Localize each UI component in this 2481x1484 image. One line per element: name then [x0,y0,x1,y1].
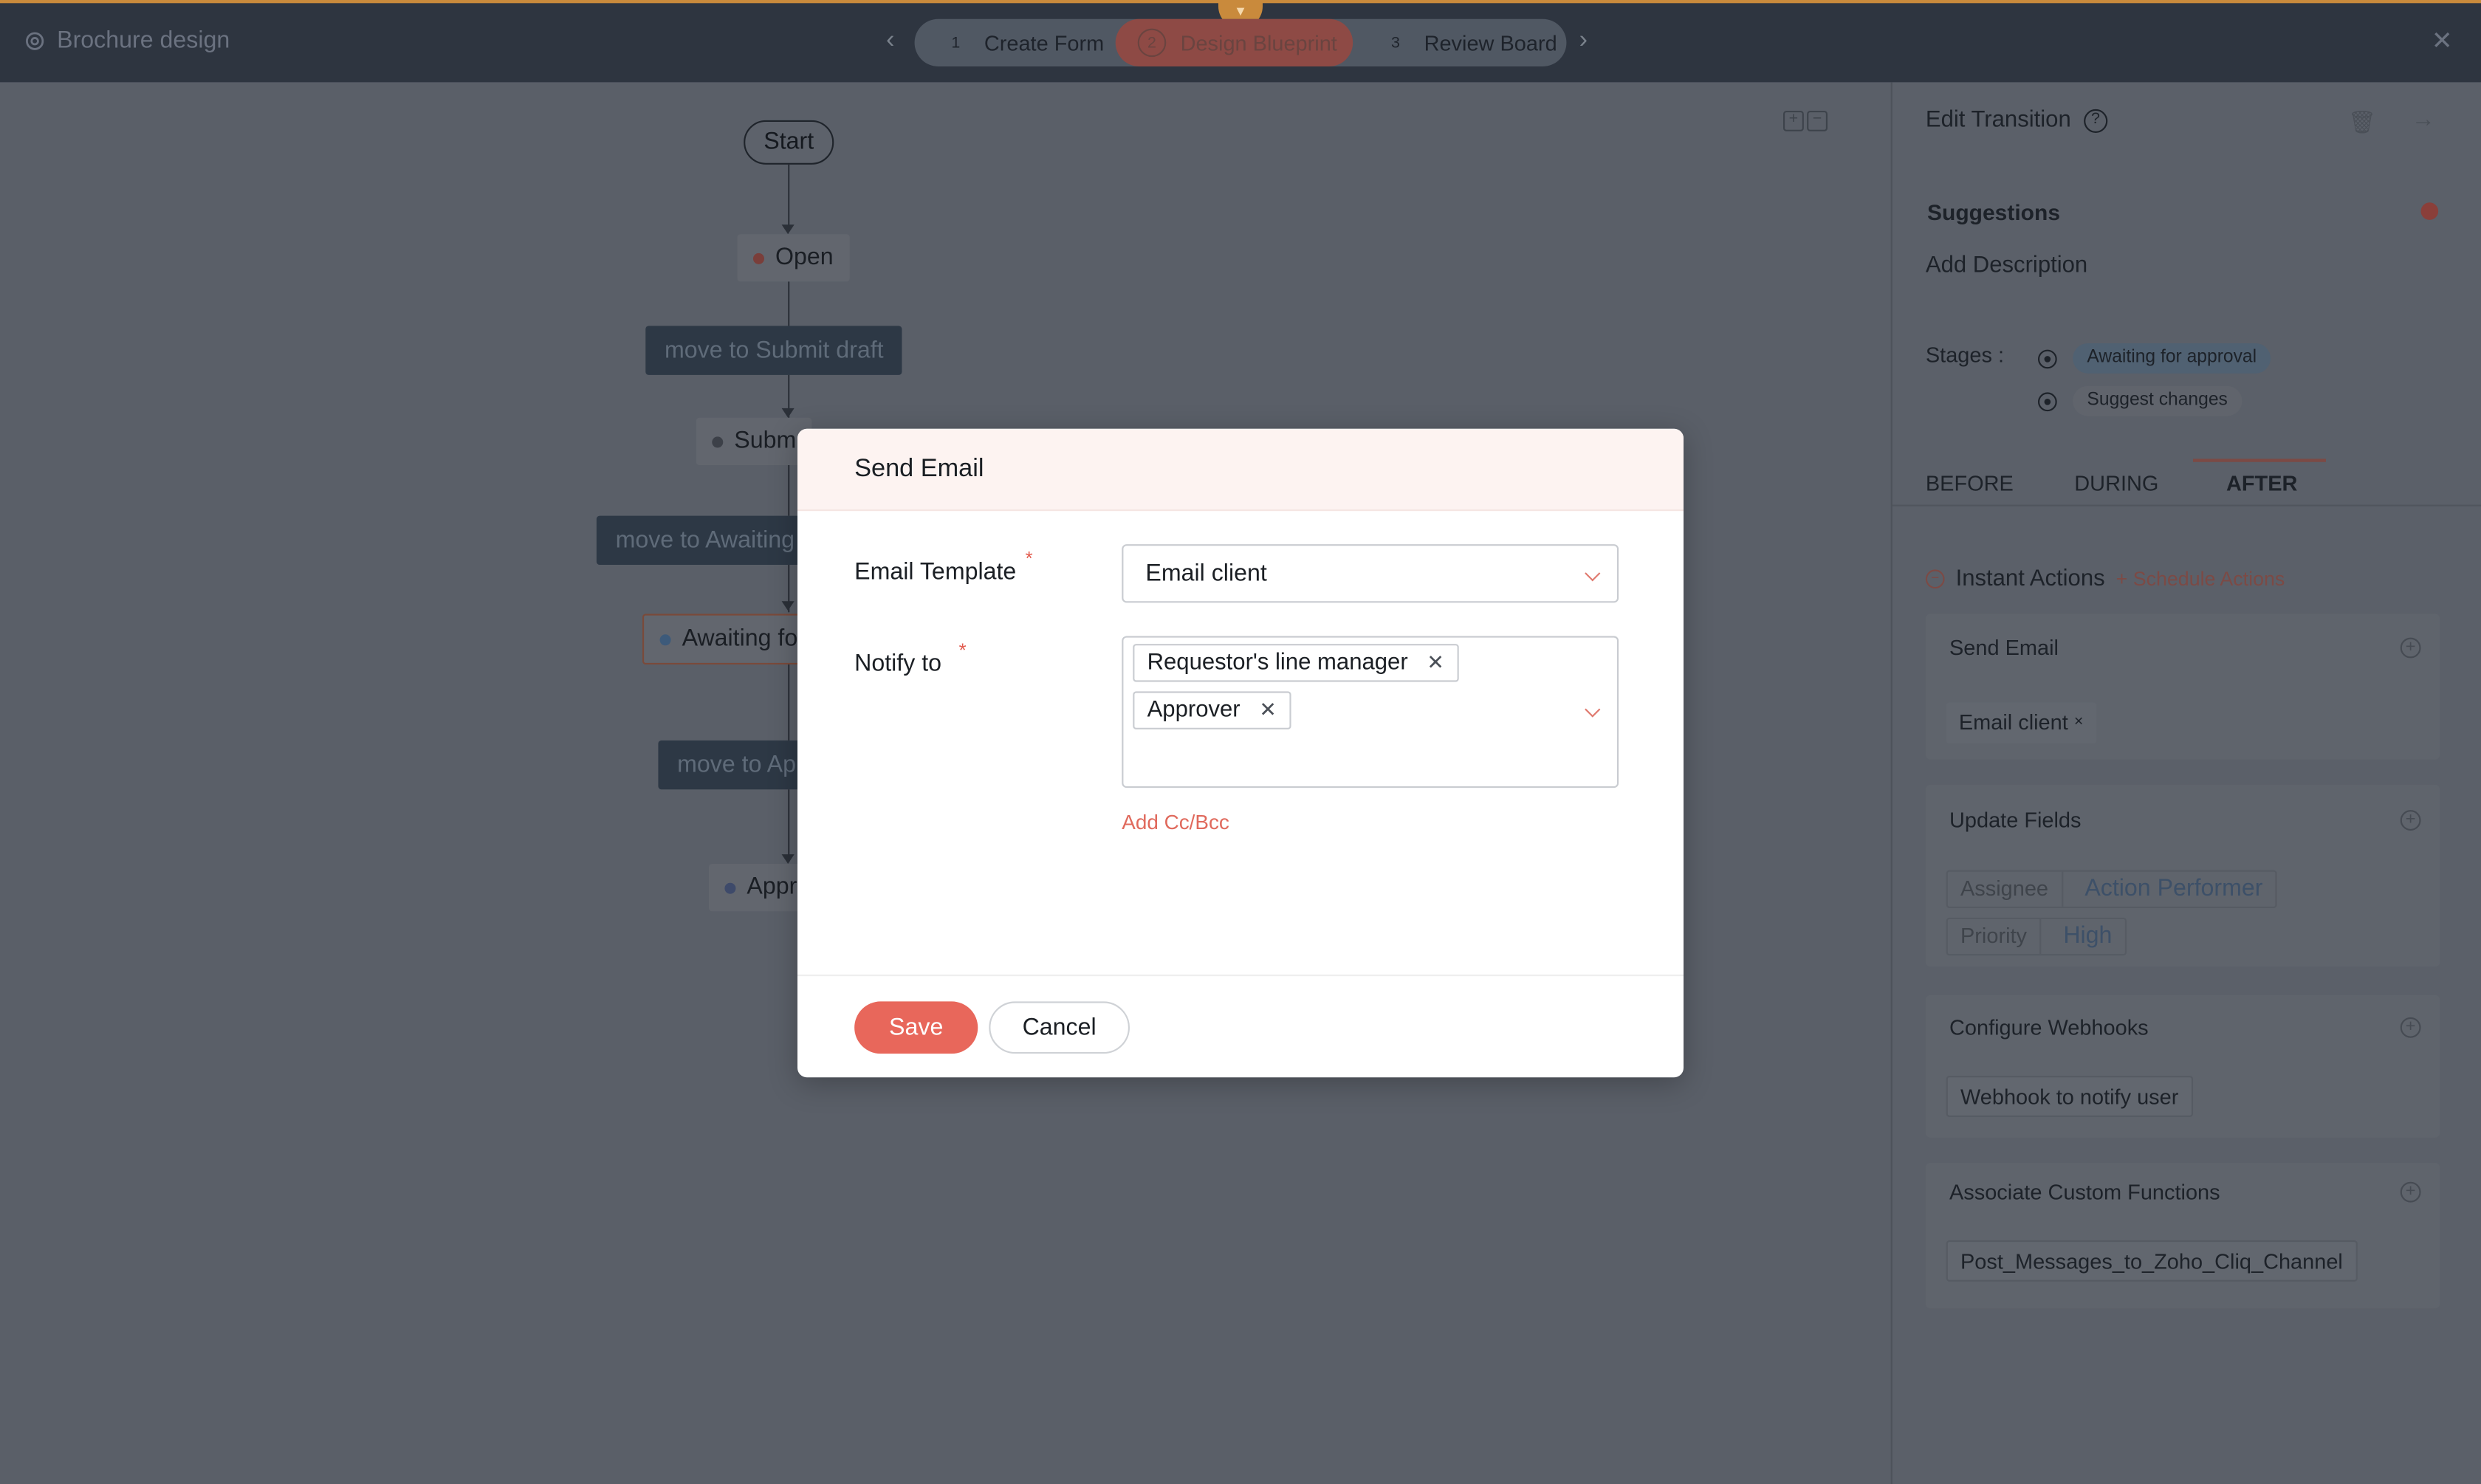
zoom-out-icon[interactable]: − [1807,111,1828,131]
status-dot [724,882,736,893]
step-indicator: 1 Create Form 2 Design Blueprint 3 Revie… [914,18,1567,66]
step-design-blueprint[interactable]: 2 Design Blueprint [1115,18,1353,66]
connector-arrow [781,854,795,864]
state-open[interactable]: Open [737,234,850,282]
transition-submit-draft[interactable]: move to Submit draft [645,326,903,375]
close-icon[interactable]: ✕ [2432,25,2453,57]
instant-actions-row: − Instant Actions + Schedule Actions [1925,566,2285,592]
top-bar: Brochure design ▾ ‹ 1 Create Form 2 Desi… [0,0,2481,83]
panel-title: Edit Transition [1925,107,2071,133]
required-marker: * [1025,547,1033,570]
send-email-card: Send Email + Email client × [1925,614,2440,760]
active-tab-indicator [2193,458,2326,462]
connector [788,789,790,862]
status-dot [752,252,764,264]
app-title: Brochure design [22,27,230,54]
recipient-token: Requestor's line manager ✕ [1133,644,1459,682]
stage-option[interactable]: Awaiting for approval [2038,343,2271,374]
start-node[interactable]: Start [744,120,834,165]
connector-arrow [781,408,795,418]
email-template-select[interactable]: Email client [1122,544,1619,603]
state-awaiting[interactable]: Awaiting fo [642,614,815,664]
notify-to-label: Notify to * [854,639,967,678]
email-template-label: Email Template * [854,547,1033,585]
chevron-down-icon[interactable] [1585,701,1601,718]
radio-icon[interactable] [2038,391,2057,411]
field-pair[interactable]: Priority High [1946,917,2127,956]
stage-option[interactable]: Suggest changes [2038,385,2242,416]
add-icon[interactable]: + [2400,810,2421,831]
send-email-modal: Send Email Email Template * Email client … [797,428,1684,1078]
stages-label: Stages : [1925,343,2004,368]
add-cc-bcc-link[interactable]: Add Cc/Bcc [1122,810,1229,834]
chevron-left-icon[interactable]: ‹ [886,27,894,55]
modal-footer: Save Cancel [797,975,1684,1077]
gear-icon [26,31,44,49]
panel-header: Edit Transition ? [1925,107,2108,133]
zoom-in-icon[interactable]: + [1783,111,1804,131]
modal-header: Send Email [797,428,1684,512]
webhook-tag[interactable]: Webhook to notify user [1946,1076,2193,1117]
app-title-label: Brochure design [57,27,230,54]
trash-icon[interactable]: 🗑 [2348,109,2376,136]
add-icon[interactable]: + [2400,637,2421,659]
connector [788,281,790,326]
connector-arrow [781,224,795,235]
chevron-down-icon[interactable] [1585,566,1601,582]
state-submit[interactable]: Subm [696,417,812,465]
instant-actions-label: Instant Actions [1955,566,2105,592]
required-marker: * [958,639,967,662]
stage-chip: Suggest changes [2073,385,2242,416]
modal-title: Send Email [854,456,984,483]
action-tabs: BEFORE DURING AFTER [1892,458,2481,506]
remove-icon[interactable]: × [2074,713,2084,731]
card-title: Associate Custom Functions [1949,1180,2220,1204]
status-dot [659,633,671,645]
tab-after[interactable]: AFTER [2226,472,2297,495]
recipient-token: Approver ✕ [1133,691,1291,729]
custom-functions-card: Associate Custom Functions + Post_Messag… [1925,1163,2440,1309]
update-fields-card: Update Fields + Assignee Action Performe… [1925,784,2440,967]
add-icon[interactable]: + [2400,1017,2421,1038]
tab-before[interactable]: BEFORE [1926,472,2014,495]
transition-awaiting[interactable]: move to Awaiting [596,515,814,565]
schedule-actions-link[interactable]: + Schedule Actions [2116,568,2285,590]
connector [788,465,790,516]
save-button[interactable]: Save [854,1001,978,1054]
radio-icon[interactable] [2038,348,2057,368]
notification-dot [2420,202,2439,220]
email-client-tag[interactable]: Email client × [1946,702,2096,744]
field-pair[interactable]: Assignee Action Performer [1946,870,2277,908]
card-title: Configure Webhooks [1949,1015,2149,1040]
chevron-right-icon[interactable]: › [1579,27,1588,55]
stage-chip: Awaiting for approval [2073,343,2271,374]
help-icon[interactable]: ? [2083,108,2108,132]
card-title: Update Fields [1949,808,2082,833]
add-icon[interactable]: + [2400,1181,2421,1203]
edit-transition-panel: Edit Transition ? 🗑 → Suggestions Add De… [1890,82,2481,1484]
exit-arrow-icon[interactable]: → [2412,106,2435,133]
step-create-form[interactable]: 1 Create Form [915,19,1117,66]
suggestions-heading: Suggestions [1927,199,2061,225]
cancel-button[interactable]: Cancel [989,1001,1130,1054]
card-title: Send Email [1949,636,2059,660]
webhooks-card: Configure Webhooks + Webhook to notify u… [1925,995,2440,1138]
transition-approve[interactable]: move to Ap [658,740,815,790]
remove-icon[interactable]: ✕ [1427,645,1444,680]
collapse-icon[interactable]: − [1925,569,1945,589]
connector [788,164,790,231]
notify-to-multiselect[interactable]: Requestor's line manager ✕ Approver ✕ [1122,636,1619,789]
custom-function-tag[interactable]: Post_Messages_to_Zoho_Cliq_Channel [1946,1240,2358,1282]
status-dot [712,436,724,447]
connector-arrow [781,601,795,611]
connector [788,664,790,741]
step-review-board[interactable]: 3 Review Board [1353,19,1566,66]
zoom-controls: + − [1783,111,1828,131]
remove-icon[interactable]: ✕ [1259,693,1276,728]
add-description-link[interactable]: Add Description [1926,253,2087,278]
tab-during[interactable]: DURING [2074,472,2158,495]
